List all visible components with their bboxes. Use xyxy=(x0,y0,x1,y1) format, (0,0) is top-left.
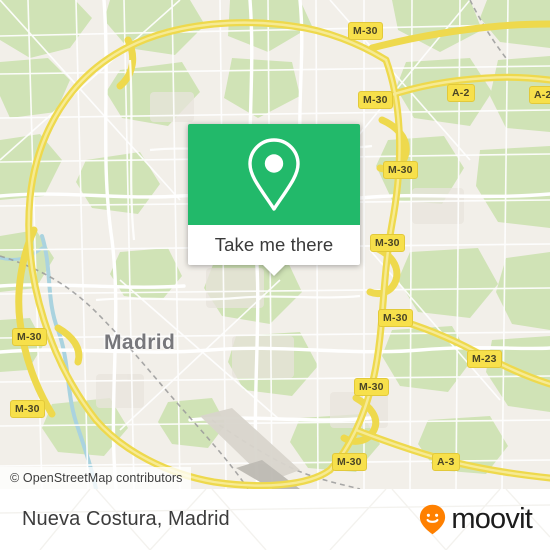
map-city-label: Madrid xyxy=(104,331,176,354)
callout-footer[interactable]: Take me there xyxy=(188,225,360,276)
road-shield: M-30 xyxy=(12,328,47,346)
road-shield: M-30 xyxy=(354,378,389,396)
road-shield: A-2 xyxy=(447,84,475,102)
road-shield: M-30 xyxy=(378,309,413,327)
page-footer: Nueva Costura, Madrid moovit xyxy=(0,489,550,550)
road-shield: A-3 xyxy=(432,453,460,471)
location-title: Nueva Costura, Madrid xyxy=(22,508,230,530)
map-pin-icon xyxy=(248,137,300,211)
road-shield: M-30 xyxy=(370,234,405,252)
road-shield: M-30 xyxy=(383,161,418,179)
moovit-wordmark: moovit xyxy=(451,503,532,535)
callout-body xyxy=(188,124,360,225)
road-shield: M-30 xyxy=(332,453,367,471)
take-me-there-label: Take me there xyxy=(214,234,334,255)
moovit-logo[interactable]: moovit xyxy=(419,503,533,536)
road-shield: M-30 xyxy=(10,400,45,418)
road-shield: M-30 xyxy=(358,91,393,109)
map-attribution[interactable]: © OpenStreetMap contributors xyxy=(0,467,191,489)
moovit-smiley-pin-icon xyxy=(420,504,446,535)
road-shield: M-23 xyxy=(467,350,502,368)
road-shield: A-2 xyxy=(529,86,550,104)
road-shield: M-30 xyxy=(348,22,383,40)
destination-callout[interactable]: Take me there xyxy=(188,124,360,276)
moovit-map-screenshot: Madrid M-30 M-30 A-2 A-2 M-30 M-30 M-30 M-23 M-3… xyxy=(0,0,550,550)
callout-pointer xyxy=(262,264,286,276)
